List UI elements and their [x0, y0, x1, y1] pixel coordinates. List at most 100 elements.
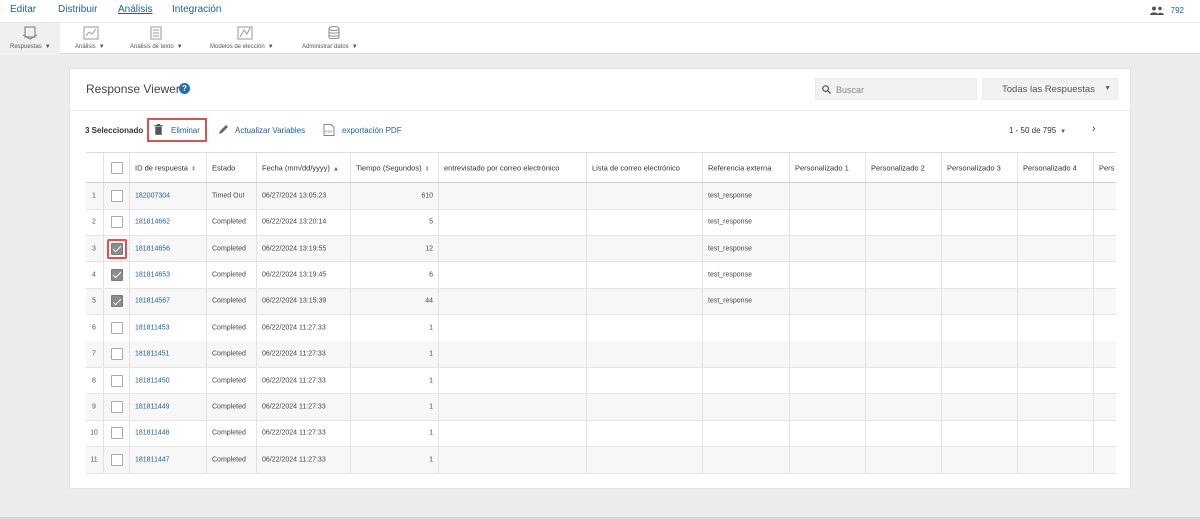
response-id-value[interactable]: 181814567	[135, 298, 201, 305]
checkbox-cell	[104, 367, 130, 394]
column-header-custom-4[interactable]: Personalizado 4	[1018, 153, 1094, 182]
time-value: 1	[429, 403, 433, 411]
table-row[interactable]: 9 181811449 Completed 06/22/2024 11:27:33 1	[86, 394, 1116, 421]
date-cell: 06/22/2024 11:27:33	[257, 315, 351, 341]
row-checkbox[interactable]	[110, 374, 123, 387]
table-row[interactable]: 6 181811453 Completed 06/22/2024 11:27:33 1	[86, 315, 1116, 342]
table-row[interactable]: 11 181811447 Completed 06/22/2024 11:27:33 1	[86, 447, 1116, 474]
next-page-icon[interactable]: ›	[1092, 123, 1096, 135]
status-cell: Completed	[207, 288, 257, 315]
custom-1-cell	[790, 420, 866, 447]
tab-analisis[interactable]: Análisis	[118, 4, 152, 15]
custom-4-cell	[1018, 367, 1094, 394]
response-id-value[interactable]: 182007304	[135, 192, 201, 199]
user-count[interactable]: 792	[1171, 6, 1184, 15]
row-checkbox[interactable]	[110, 453, 123, 466]
column-header-custom-2[interactable]: Personalizado 2	[866, 153, 942, 182]
select-all-checkbox[interactable]	[110, 161, 123, 174]
delete-button[interactable]: Eliminar	[147, 118, 207, 142]
pdf-icon: PDF	[323, 124, 335, 136]
tab-integracion[interactable]: Integración	[172, 4, 221, 15]
response-id-value[interactable]: 181814656	[135, 245, 201, 252]
toolbar-modelos-eleccion[interactable]: Modelos de elección ▼	[206, 23, 284, 55]
date-value: 06/22/2024 11:27:33	[262, 429, 326, 437]
date-cell: 06/27/2024 13:05:23	[257, 183, 351, 209]
date-cell: 06/22/2024 13:19:45	[257, 262, 351, 288]
toolbar-administrar-datos[interactable]: Administrar datos ▼	[298, 23, 370, 55]
table-row[interactable]: 5 181814567 Completed 06/22/2024 13:15:39 44…	[86, 288, 1116, 316]
row-checkbox[interactable]	[110, 321, 123, 334]
response-id-value[interactable]: 181814653	[135, 271, 201, 278]
email-respondent-cell	[439, 420, 587, 447]
column-header-custom-5[interactable]: Pers	[1094, 153, 1116, 182]
column-header-custom-3[interactable]: Personalizado 3	[942, 153, 1018, 182]
table-row[interactable]: 3 181814656 Completed 06/22/2024 13:19:55 12…	[86, 235, 1116, 263]
column-header-status[interactable]: Estado	[207, 153, 257, 182]
help-icon[interactable]: ?	[179, 83, 190, 94]
tab-editar[interactable]: Editar	[10, 4, 36, 15]
row-checkbox[interactable]	[110, 348, 123, 361]
response-id-value[interactable]: 181814662	[135, 219, 201, 226]
custom-3-cell	[942, 394, 1018, 420]
response-id-value[interactable]: 181811448	[135, 430, 201, 437]
export-pdf-button[interactable]: exportación PDF	[342, 126, 402, 135]
column-header-email-list[interactable]: Lista de correo electrónico	[587, 153, 703, 182]
search-box[interactable]	[815, 78, 977, 100]
custom-1-cell	[790, 262, 866, 288]
column-header-status-label: Estado	[212, 163, 236, 172]
row-checkbox[interactable]	[110, 189, 123, 202]
table-row[interactable]: 2 181814662 Completed 06/22/2024 13:20:14 5 t…	[86, 209, 1116, 236]
external-ref-cell	[703, 315, 790, 341]
response-filter-select[interactable]: Todas las Respuestas ▼	[982, 78, 1118, 100]
pagination-select[interactable]: 1 - 50 de 795 ▼	[1009, 126, 1066, 135]
custom-5-cell	[1094, 447, 1116, 473]
table-row[interactable]: 10 181811448 Completed 06/22/2024 11:27:33 1	[86, 420, 1116, 448]
time-value: 1	[429, 350, 433, 358]
table-row[interactable]: 1 182007304 Timed Out 06/27/2024 13:05:23 61…	[86, 183, 1116, 210]
toolbar-analisis[interactable]: Análisis ▼	[70, 23, 112, 55]
email-respondent-cell	[439, 288, 587, 315]
update-variables-button[interactable]: Actualizar Variables	[235, 126, 305, 135]
column-header-id-label: ID de respuesta	[135, 163, 188, 172]
status-cell: Completed	[207, 394, 257, 420]
response-id-value[interactable]: 181811450	[135, 377, 201, 384]
column-header-external-ref[interactable]: Referencia externa	[703, 153, 790, 182]
column-header-id[interactable]: ID de respuesta ⬍	[130, 153, 207, 182]
search-input[interactable]	[836, 82, 971, 98]
row-checkbox[interactable]	[110, 268, 123, 281]
custom-2-cell	[866, 288, 942, 315]
table-row[interactable]: 4 181814653 Completed 06/22/2024 13:19:45 6 t…	[86, 262, 1116, 289]
status-value: Completed	[212, 377, 246, 385]
response-id-value[interactable]: 181811453	[135, 324, 201, 331]
time-cell: 610	[351, 183, 439, 209]
time-cell: 1	[351, 341, 439, 367]
status-cell: Completed	[207, 235, 257, 262]
toolbar-analisis-texto[interactable]: Análisis de texto ▼	[126, 23, 186, 55]
custom-2-cell	[866, 420, 942, 447]
row-checkbox[interactable]	[110, 400, 123, 413]
external-ref-cell	[703, 394, 790, 420]
response-id-value[interactable]: 181811447	[135, 456, 201, 463]
response-id-value[interactable]: 181811449	[135, 403, 201, 410]
status-value: Timed Out	[212, 192, 245, 200]
table-row[interactable]: 8 181811450 Completed 06/22/2024 11:27:33 1	[86, 367, 1116, 395]
users-icon[interactable]	[1150, 6, 1164, 15]
email-respondent-cell	[439, 183, 587, 209]
column-header-date[interactable]: Fecha (mm/dd/yyyy) ▲	[257, 153, 351, 182]
column-header-time[interactable]: Tiempo (Segundos) ⬍	[351, 153, 439, 182]
row-checkbox[interactable]	[110, 295, 123, 308]
response-id-value[interactable]: 181811451	[135, 351, 201, 358]
tab-distribuir[interactable]: Distribuir	[58, 4, 97, 15]
custom-3-cell	[942, 341, 1018, 367]
table-row[interactable]: 7 181811451 Completed 06/22/2024 11:27:33 1	[86, 341, 1116, 368]
column-header-email-respondent[interactable]: entrevistado por correo electrónico	[439, 153, 587, 182]
toolbar-respuestas[interactable]: Respuestas ▼	[0, 23, 60, 55]
row-checkbox[interactable]	[110, 427, 123, 440]
email-respondent-cell	[439, 235, 587, 262]
responses-table: ID de respuesta ⬍ Estado Fecha (mm/dd/yyy…	[86, 152, 1116, 478]
row-checkbox[interactable]	[110, 216, 123, 229]
custom-3-cell	[942, 209, 1018, 235]
response-id-cell: 182007304	[130, 183, 207, 209]
page-title: Response Viewer	[86, 82, 180, 96]
column-header-custom-1[interactable]: Personalizado 1	[790, 153, 866, 182]
